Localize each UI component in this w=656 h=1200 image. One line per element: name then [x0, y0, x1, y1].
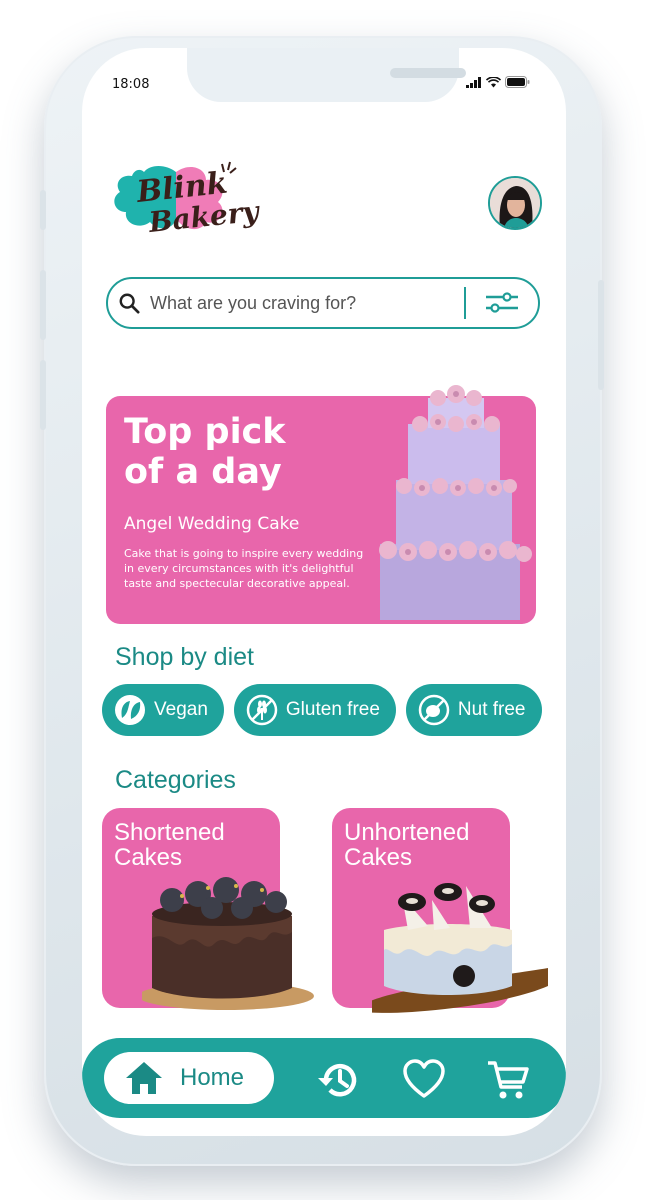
- banner-description: Cake that is going to inspire every wedd…: [124, 547, 364, 590]
- wifi-icon: [486, 77, 501, 88]
- banner-title-line2: of a day: [124, 452, 282, 492]
- screen: 18:08 Blink Bakery What are you craving …: [82, 48, 566, 1136]
- chocolate-cake-image: [142, 877, 314, 1010]
- diet-chip-label: Gluten free: [285, 699, 380, 720]
- wedding-cake-image: [379, 385, 532, 620]
- profile-photo: [490, 178, 540, 228]
- nav-home-label: Home: [180, 1064, 245, 1091]
- diet-chip-label: Nut free: [457, 699, 526, 720]
- cookies-cake-image: [372, 883, 548, 1013]
- diet-chip-label: Vegan: [154, 699, 208, 720]
- sliders-icon: [486, 292, 518, 313]
- avatar[interactable]: [488, 176, 542, 230]
- diet-chip-nut-free[interactable]: Nut free: [405, 684, 542, 736]
- heart-icon[interactable]: [402, 1058, 446, 1102]
- bottom-nav: Home: [82, 1038, 566, 1118]
- filter-button[interactable]: [466, 279, 538, 327]
- banner-title: Top pick of a day: [124, 412, 324, 492]
- diet-chip-gluten-free[interactable]: Gluten free: [233, 684, 396, 736]
- signal-icon: [466, 77, 481, 88]
- side-button: [40, 190, 46, 230]
- side-button: [598, 280, 604, 390]
- status-icons: [466, 76, 530, 88]
- search-bar: [106, 277, 540, 329]
- speaker: [390, 68, 466, 78]
- nav-home[interactable]: Home: [104, 1052, 274, 1104]
- leaf-icon: [115, 695, 145, 725]
- category-card-shortened[interactable]: Shortened Cakes: [102, 808, 314, 1010]
- banner-title-line1: Top pick: [124, 412, 286, 452]
- cart-icon[interactable]: [486, 1058, 530, 1102]
- side-button: [40, 270, 46, 340]
- search-icon: [119, 293, 140, 314]
- categories-heading: Categories: [115, 766, 236, 794]
- diet-filters: Vegan Gluten free Nut free: [102, 684, 542, 736]
- history-icon[interactable]: [316, 1058, 360, 1102]
- search-input[interactable]: [140, 292, 464, 314]
- notch: [187, 48, 466, 102]
- side-button: [40, 360, 46, 430]
- home-icon: [126, 1062, 162, 1094]
- brand-logo: Blink Bakery: [114, 161, 262, 239]
- category-card-unhortened[interactable]: Unhortened Cakes: [332, 808, 548, 1013]
- battery-icon: [505, 76, 530, 88]
- nut-icon: [418, 694, 450, 726]
- diet-heading: Shop by diet: [115, 643, 254, 671]
- status-time: 18:08: [112, 77, 150, 92]
- diet-chip-vegan[interactable]: Vegan: [102, 684, 224, 736]
- wheat-icon: [246, 694, 278, 726]
- banner-product-name: Angel Wedding Cake: [124, 514, 300, 534]
- top-pick-banner[interactable]: Top pick of a day Angel Wedding Cake Cak…: [106, 385, 536, 624]
